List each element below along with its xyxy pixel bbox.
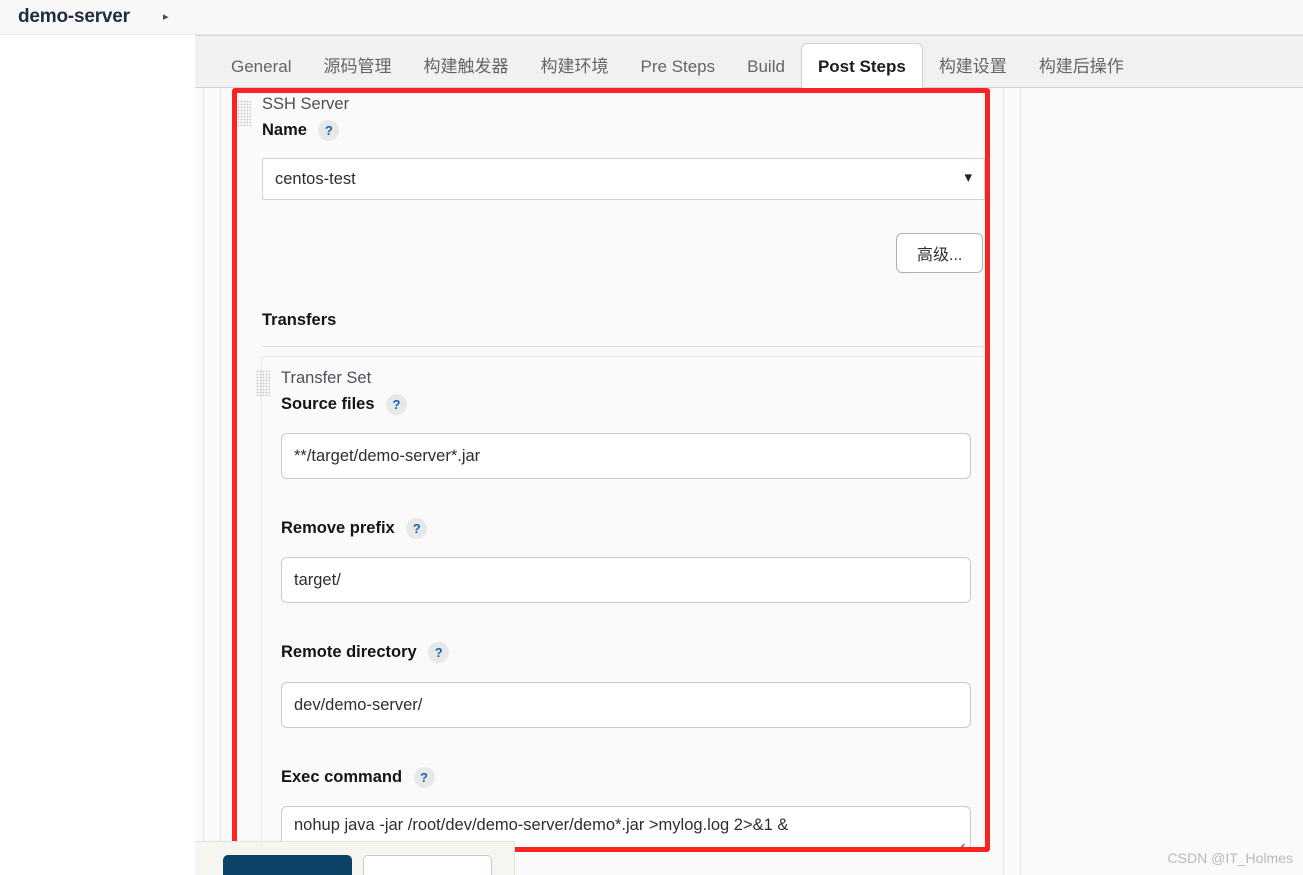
form-action-bar <box>195 841 515 875</box>
tab-post-build-actions[interactable]: 构建后操作 <box>1023 45 1140 89</box>
remote-directory-help-icon[interactable]: ? <box>428 642 450 663</box>
apply-button[interactable] <box>363 855 492 875</box>
name-help-icon[interactable]: ? <box>318 120 340 141</box>
breadcrumb-bar: demo-server ▸ <box>0 0 1303 35</box>
config-tabstrip: General 源码管理 构建触发器 构建环境 Pre Steps Build … <box>195 35 1303 90</box>
ssh-server-select-wrap: centos-test ▾ <box>262 158 985 200</box>
screenshot-root: demo-server ▸ General 源码管理 构建触发器 构建环境 Pr… <box>0 0 1303 875</box>
exec-command-label: Exec command <box>281 768 403 786</box>
tab-general[interactable]: General <box>215 45 307 89</box>
transfers-divider <box>262 346 985 347</box>
tab-build-settings[interactable]: 构建设置 <box>923 45 1023 89</box>
transfers-title: Transfers <box>262 311 337 329</box>
source-files-label-row: Source files ? <box>281 394 407 415</box>
remove-prefix-help-icon[interactable]: ? <box>406 518 428 539</box>
tab-post-steps[interactable]: Post Steps <box>800 43 923 90</box>
caret-right-icon[interactable]: ▸ <box>163 10 169 23</box>
ssh-server-select[interactable]: centos-test <box>262 158 985 200</box>
name-label: Name <box>262 121 307 139</box>
ssh-publisher-form: SSH Server Name ? centos-test ▾ 高级... Tr… <box>237 92 985 848</box>
panel-rule-left-2 <box>220 88 221 875</box>
save-button[interactable] <box>223 855 352 875</box>
source-files-help-icon[interactable]: ? <box>386 394 407 415</box>
panel-rule-right-1 <box>1003 88 1004 875</box>
exec-command-help-icon[interactable]: ? <box>413 767 435 788</box>
panel-rule-right-2 <box>1020 88 1021 875</box>
remove-prefix-label-row: Remove prefix ? <box>281 518 428 539</box>
tab-pre-steps[interactable]: Pre Steps <box>624 45 731 89</box>
watermark-text: CSDN @IT_Holmes <box>1167 850 1293 866</box>
remove-prefix-input[interactable] <box>281 557 971 603</box>
transfer-set-title: Transfer Set <box>281 369 372 387</box>
remote-directory-input[interactable] <box>281 682 971 728</box>
left-sidebar <box>0 35 195 875</box>
transfer-set-grip[interactable] <box>256 370 270 396</box>
source-files-input-wrap <box>281 433 971 479</box>
ssh-server-grip[interactable] <box>237 100 251 126</box>
remove-prefix-input-wrap <box>281 557 971 603</box>
breadcrumb-project-name[interactable]: demo-server <box>18 6 130 28</box>
tab-build-triggers[interactable]: 构建触发器 <box>407 45 524 89</box>
remote-directory-label-row: Remote directory ? <box>281 642 450 663</box>
ssh-server-title: SSH Server <box>262 95 350 113</box>
source-files-label: Source files <box>281 395 375 413</box>
tab-build[interactable]: Build <box>731 45 801 89</box>
remote-directory-input-wrap <box>281 682 971 728</box>
remote-directory-label: Remote directory <box>281 643 417 661</box>
panel-rule-left-1 <box>203 88 204 875</box>
tab-list: General 源码管理 构建触发器 构建环境 Pre Steps Build … <box>215 36 1140 90</box>
tab-build-environment[interactable]: 构建环境 <box>524 45 624 89</box>
advanced-button[interactable]: 高级... <box>896 233 984 273</box>
tab-source-management[interactable]: 源码管理 <box>307 45 407 89</box>
name-field-label-row: Name ? <box>262 120 340 141</box>
remove-prefix-label: Remove prefix <box>281 519 395 537</box>
exec-command-label-row: Exec command ? <box>281 767 435 788</box>
source-files-input[interactable] <box>281 433 971 479</box>
